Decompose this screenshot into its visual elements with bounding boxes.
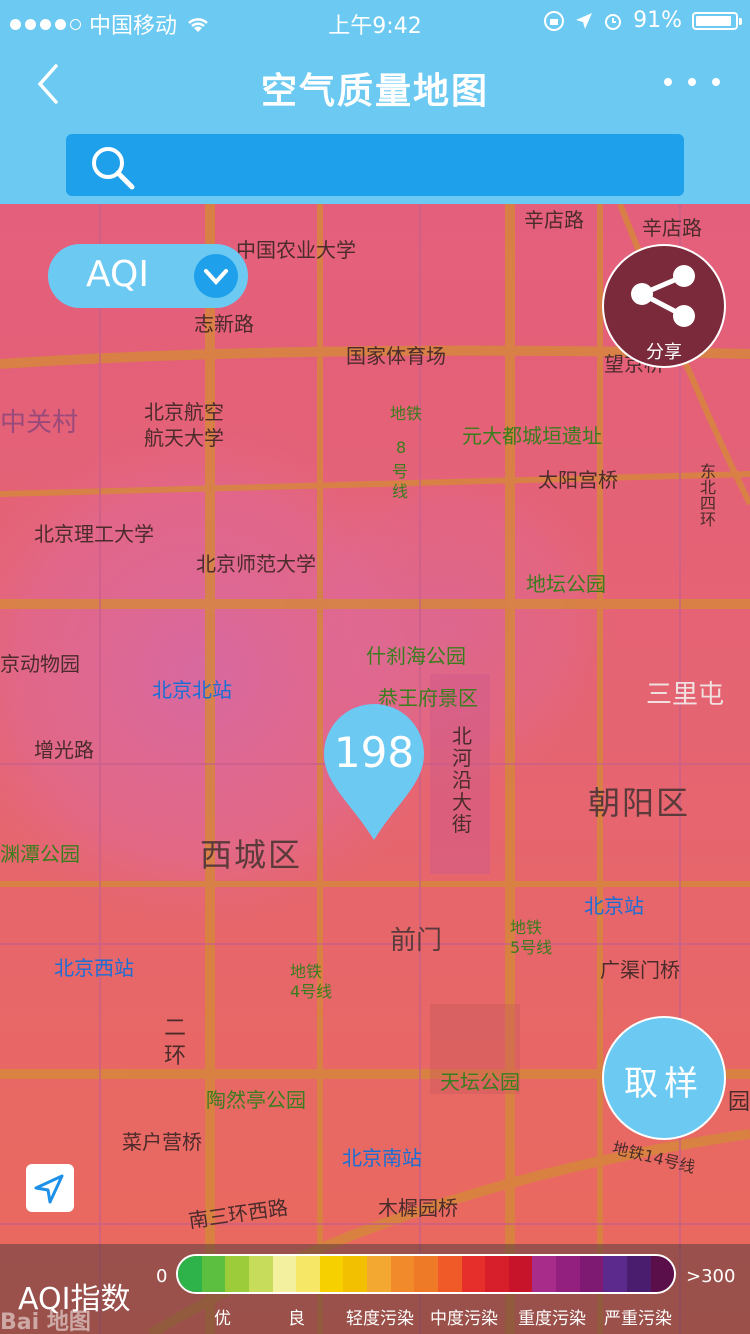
air-quality-map[interactable]: 辛店路 中国农业大学 辛店路 志新路 国家体育场 望京桥 中关村 北京航空 航天… xyxy=(0,204,750,1334)
battery-fill xyxy=(696,15,731,26)
map-label: 环 xyxy=(700,510,717,529)
legend-color-segment xyxy=(272,1256,297,1292)
legend-color-segment xyxy=(508,1256,533,1292)
map-label: 线 xyxy=(392,482,409,501)
legend-color-segment xyxy=(461,1256,486,1292)
sample-button[interactable]: 取样 xyxy=(602,1016,726,1140)
map-label: 朝阳区 xyxy=(588,784,691,822)
map-label: 前门 xyxy=(390,926,443,956)
legend-color-segment xyxy=(343,1256,367,1292)
map-label: 园 xyxy=(728,1090,750,1115)
legend-max: >300 xyxy=(686,1266,736,1287)
legend-color-segment xyxy=(437,1256,462,1292)
legend-category: 中度污染 xyxy=(430,1309,498,1329)
legend-color-segment xyxy=(390,1256,415,1292)
legend-color-bar xyxy=(176,1254,676,1294)
more-options-button[interactable] xyxy=(664,78,720,86)
battery-icon xyxy=(692,11,742,30)
map-label: 北京西站 xyxy=(54,956,134,980)
legend-category: 轻度污染 xyxy=(346,1309,414,1329)
map-label: 太阳宫桥 xyxy=(538,468,618,492)
legend-color-segment xyxy=(319,1256,344,1292)
legend-color-segment xyxy=(603,1256,627,1292)
aqi-marker[interactable]: 198 xyxy=(322,704,426,844)
legend-min: 0 xyxy=(156,1266,168,1287)
legend-color-segment xyxy=(201,1256,226,1292)
legend-categories: 优 良 轻度污染 中度污染 重度污染 严重污染 xyxy=(0,1304,750,1329)
location-arrow-icon xyxy=(576,12,593,29)
map-label: 三里屯 xyxy=(646,680,725,710)
share-label: 分享 xyxy=(646,342,682,363)
map-label: 5号线 xyxy=(510,938,553,957)
legend-color-segment xyxy=(248,1256,273,1292)
map-label: 什刹海公园 xyxy=(366,644,466,668)
legend-color-segment xyxy=(367,1256,391,1292)
legend-color-segment xyxy=(626,1256,651,1292)
map-label: 辛店路 xyxy=(524,208,584,232)
legend-category: 重度污染 xyxy=(518,1309,586,1329)
map-label: 志新路 xyxy=(194,312,254,336)
map-label: 增光路 xyxy=(34,738,94,762)
alarm-icon xyxy=(605,13,622,30)
map-label: 北京北站 xyxy=(152,678,232,702)
legend-color-segment xyxy=(556,1256,580,1292)
aqi-value: 198 xyxy=(333,728,415,777)
legend-color-segment xyxy=(485,1256,509,1292)
aqi-selector-label: AQI xyxy=(86,254,149,295)
map-label: 地坛公园 xyxy=(526,572,606,596)
chevron-down-icon xyxy=(194,254,238,298)
map-label: 北京南站 xyxy=(342,1146,422,1170)
rotation-lock-icon xyxy=(544,10,565,31)
map-label: 街 xyxy=(452,812,472,836)
locate-button[interactable] xyxy=(26,1164,74,1212)
search-icon xyxy=(92,147,135,190)
legend-category: 优 xyxy=(214,1309,231,1329)
map-label: 广渠门桥 xyxy=(600,958,680,982)
map-label: 西城区 xyxy=(200,836,303,874)
nav-bar: 空气质量地图 xyxy=(0,40,750,204)
map-label: 环 xyxy=(164,1044,187,1069)
aqi-legend: AQI指数 0 >300 优 良 轻度污染 中度污染 重度污染 严重污染 xyxy=(0,1244,750,1334)
map-label: 地铁 xyxy=(390,404,423,423)
map-label: 中国农业大学 xyxy=(236,238,356,262)
legend-color-segment xyxy=(650,1256,674,1292)
legend-color-segment xyxy=(532,1256,556,1292)
map-label: 北京师范大学 xyxy=(196,552,316,576)
legend-category: 良 xyxy=(288,1309,305,1329)
map-label: 天坛公园 xyxy=(440,1070,520,1094)
map-label: 4号线 xyxy=(290,982,333,1001)
search-input[interactable] xyxy=(66,134,684,196)
legend-color-segment xyxy=(178,1256,202,1292)
map-label: 北京站 xyxy=(584,894,644,918)
baidu-map-logo: Bai 地图 xyxy=(0,1310,91,1334)
map-label: 陶然亭公园 xyxy=(206,1088,306,1112)
map-label: 航天大学 xyxy=(144,426,224,450)
map-label: 元大都城垣遗址 xyxy=(462,424,602,448)
status-right: 91% xyxy=(543,8,742,33)
map-label: 木樨园桥 xyxy=(378,1196,458,1220)
legend-color-segment xyxy=(414,1256,438,1292)
legend-color-segment xyxy=(579,1256,604,1292)
legend-category: 严重污染 xyxy=(604,1309,672,1329)
battery-percent: 91% xyxy=(633,8,682,33)
map-label: 北京理工大学 xyxy=(34,522,154,546)
map-label: 菜户营桥 xyxy=(122,1130,202,1154)
legend-color-segment xyxy=(296,1256,320,1292)
legend-color-segment xyxy=(225,1256,249,1292)
navigation-arrow-icon xyxy=(34,1174,64,1204)
map-label: 北京航空 xyxy=(144,400,224,424)
map-label: 辛店路 xyxy=(642,216,702,240)
map-label: 8 xyxy=(396,438,407,457)
share-button[interactable]: 分享 xyxy=(602,244,726,368)
map-label: 京动物园 xyxy=(0,652,80,676)
map-label: 中关村 xyxy=(0,408,79,438)
aqi-selector[interactable]: AQI xyxy=(48,244,248,308)
status-bar: 中国移动 上午9:42 91% xyxy=(0,0,750,40)
page-title: 空气质量地图 xyxy=(260,71,489,112)
sample-label: 取样 xyxy=(624,1064,704,1104)
share-icon xyxy=(631,265,695,327)
map-label: 渊潭公园 xyxy=(0,842,80,866)
map-label: 国家体育场 xyxy=(346,344,446,368)
